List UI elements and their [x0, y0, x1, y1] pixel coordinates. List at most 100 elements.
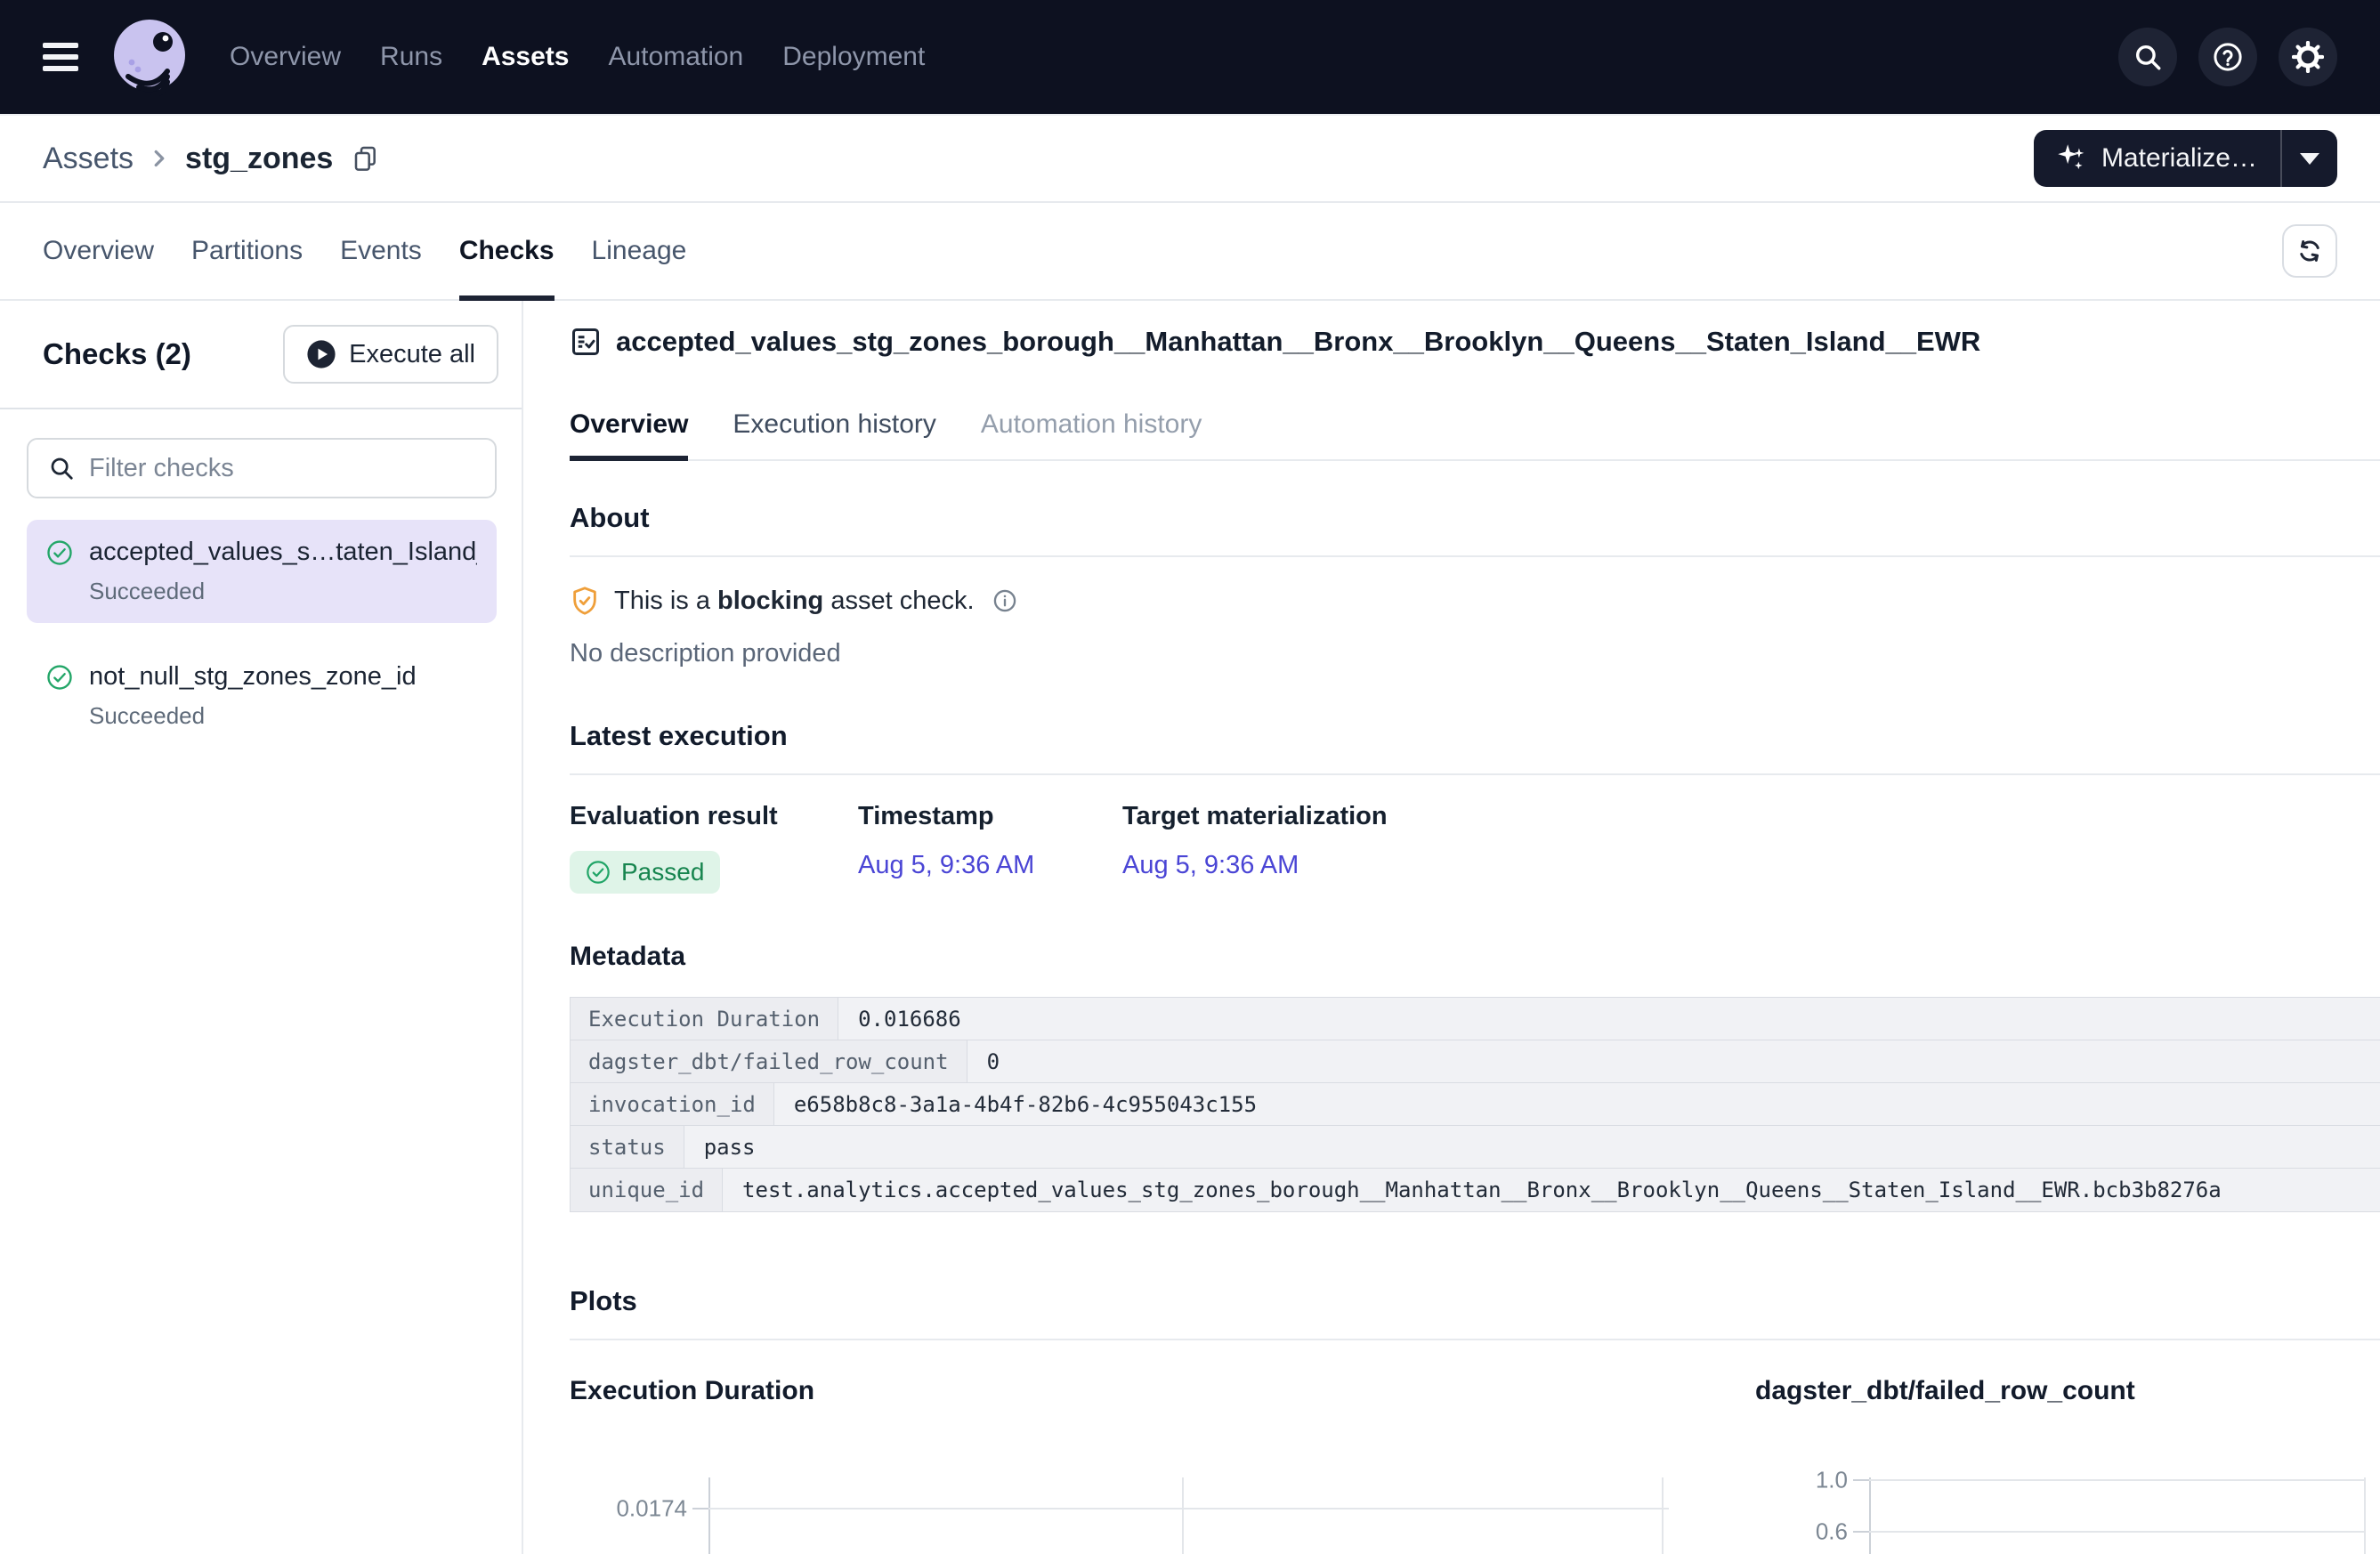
metadata-key: unique_id: [571, 1169, 723, 1211]
gridline: [1662, 1477, 1664, 1554]
materialize-button[interactable]: Materialize…: [2034, 130, 2280, 187]
plots-heading: Plots: [570, 1285, 2380, 1317]
settings-gear-icon[interactable]: [2279, 28, 2337, 86]
y-tick-mark: [692, 1508, 708, 1509]
chart-plot-area: 0.0174: [570, 1477, 1691, 1554]
y-tick-label: 0.6: [1755, 1518, 1848, 1546]
check-success-icon: [46, 539, 73, 605]
breadcrumb-assets-link[interactable]: Assets: [43, 142, 134, 176]
target-materialization-link[interactable]: Aug 5, 9:36 AM: [1122, 851, 1299, 880]
chart-title: Execution Duration: [570, 1376, 1691, 1406]
nav-item-automation[interactable]: Automation: [608, 42, 743, 72]
help-icon[interactable]: [2198, 28, 2257, 86]
materialize-split-button: Materialize…: [2034, 130, 2337, 187]
check-name: accepted_values_s…taten_Island_: [89, 538, 477, 567]
filter-checks-input[interactable]: [89, 454, 475, 483]
check-detail-title: accepted_values_stg_zones_borough__Manha…: [616, 326, 1980, 358]
divider: [570, 555, 2380, 557]
checks-panel-title: Checks (2): [43, 337, 191, 371]
materialize-label: Materialize…: [2101, 143, 2257, 174]
filter-checks-box: [27, 438, 497, 498]
copy-icon[interactable]: [351, 144, 379, 173]
check-list-item-accepted-values[interactable]: accepted_values_s…taten_Island_ Succeede…: [27, 520, 497, 623]
y-tick-label: 0.0174: [570, 1495, 687, 1523]
metadata-key: invocation_id: [571, 1083, 774, 1125]
check-status: Succeeded: [89, 578, 477, 605]
passed-label: Passed: [621, 858, 704, 886]
y-tick-label: 1.0: [1755, 1467, 1848, 1494]
primary-nav: Overview Runs Assets Automation Deployme…: [230, 42, 925, 72]
nav-item-assets[interactable]: Assets: [482, 42, 569, 72]
latest-execution-heading: Latest execution: [570, 720, 2380, 752]
metadata-heading: Metadata: [570, 942, 2380, 972]
dagster-logo-icon[interactable]: [112, 18, 190, 96]
subtab-execution-history[interactable]: Execution history: [733, 409, 935, 459]
top-navbar: Overview Runs Assets Automation Deployme…: [0, 0, 2380, 114]
gridline: [1869, 1531, 2364, 1533]
execute-all-button[interactable]: Execute all: [283, 325, 498, 384]
nav-item-deployment[interactable]: Deployment: [782, 42, 925, 72]
table-row: dagster_dbt/failed_row_count 0: [571, 1040, 2380, 1083]
table-row: Execution Duration 0.016686: [571, 998, 2380, 1040]
check-detail-tabs: Overview Execution history Automation hi…: [570, 409, 2380, 461]
check-success-icon: [46, 664, 73, 730]
tab-partitions[interactable]: Partitions: [191, 203, 303, 299]
navbar-actions: [2118, 28, 2337, 86]
check-status: Succeeded: [89, 702, 417, 730]
table-row: invocation_id e658b8c8-3a1a-4b4f-82b6-4c…: [571, 1083, 2380, 1126]
col-target-materialization: Target materialization: [1122, 802, 1388, 831]
subtab-overview[interactable]: Overview: [570, 409, 688, 459]
check-list-item-not-null[interactable]: not_null_stg_zones_zone_id Succeeded: [27, 644, 497, 748]
search-icon[interactable]: [2118, 28, 2177, 86]
about-heading: About: [570, 502, 2380, 534]
y-tick-mark: [1853, 1479, 1869, 1481]
nav-item-runs[interactable]: Runs: [380, 42, 442, 72]
col-evaluation-result: Evaluation result: [570, 802, 858, 831]
metadata-value: 0.016686: [838, 998, 2380, 1040]
execute-all-label: Execute all: [349, 340, 475, 369]
tab-checks[interactable]: Checks: [459, 203, 555, 299]
nav-item-overview[interactable]: Overview: [230, 42, 341, 72]
gridline: [1869, 1479, 2364, 1481]
metadata-key: Execution Duration: [571, 998, 838, 1040]
gridline: [2364, 1477, 2366, 1554]
metadata-key: dagster_dbt/failed_row_count: [571, 1040, 967, 1082]
metadata-value: pass: [684, 1126, 2380, 1168]
no-description-text: No description provided: [570, 639, 2380, 668]
tab-lineage[interactable]: Lineage: [592, 203, 687, 299]
chart-plot-area: 1.0 0.6: [1755, 1477, 2380, 1554]
chart-title: dagster_dbt/failed_row_count: [1755, 1376, 2380, 1406]
gridline: [1182, 1477, 1184, 1554]
tab-events[interactable]: Events: [340, 203, 422, 299]
check-success-icon: [586, 860, 611, 885]
breadcrumb: Assets stg_zones: [43, 142, 379, 176]
passed-badge: Passed: [570, 851, 720, 894]
check-name: not_null_stg_zones_zone_id: [89, 662, 417, 692]
metadata-value: e658b8c8-3a1a-4b4f-82b6-4c955043c155: [774, 1083, 2380, 1125]
tab-overview[interactable]: Overview: [43, 203, 154, 299]
divider: [570, 773, 2380, 775]
play-circle-icon: [306, 339, 336, 369]
metadata-key: status: [571, 1126, 684, 1168]
table-row: status pass: [571, 1126, 2380, 1169]
execution-duration-chart: Execution Duration 0.0174: [570, 1376, 1691, 1554]
divider: [570, 1339, 2380, 1340]
asset-header: Assets stg_zones Materialize…: [0, 116, 2380, 203]
materialize-dropdown-button[interactable]: [2282, 130, 2337, 187]
checklist-icon: [570, 326, 602, 358]
metadata-table: Execution Duration 0.016686 dagster_dbt/…: [570, 997, 2380, 1212]
timestamp-link[interactable]: Aug 5, 9:36 AM: [858, 851, 1034, 880]
table-row: unique_id test.analytics.accepted_values…: [571, 1169, 2380, 1211]
failed-row-count-chart: dagster_dbt/failed_row_count 1.0 0.6: [1755, 1376, 2380, 1554]
hamburger-menu-icon[interactable]: [43, 43, 78, 71]
refresh-button[interactable]: [2282, 224, 2337, 278]
checks-sidebar: Checks (2) Execute all: [0, 301, 523, 1554]
col-timestamp: Timestamp: [858, 802, 1122, 831]
caret-down-icon: [2300, 153, 2319, 165]
shield-check-icon: [570, 586, 600, 616]
gridline: [708, 1508, 1669, 1509]
info-icon[interactable]: [992, 588, 1017, 613]
subtab-automation-history[interactable]: Automation history: [981, 409, 1202, 459]
asset-name: stg_zones: [185, 142, 333, 176]
sparkle-icon: [2057, 143, 2087, 174]
